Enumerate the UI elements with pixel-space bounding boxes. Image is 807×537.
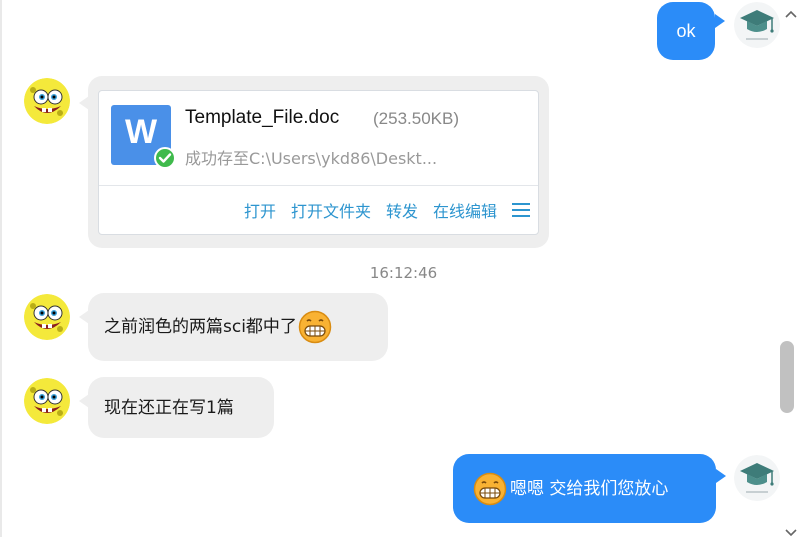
message-text: 嗯嗯 交给我们您放心 bbox=[510, 478, 669, 499]
message-text: 现在还正在写1篇 bbox=[104, 397, 234, 418]
file-message-bubble[interactable]: W Template_File.doc (253.50KB) 成功存至C:\Us… bbox=[88, 76, 549, 248]
contact-avatar[interactable] bbox=[24, 378, 70, 424]
file-actions: 打开 打开文件夹 转发 在线编辑 bbox=[244, 198, 530, 222]
self-avatar[interactable] bbox=[734, 2, 780, 48]
scroll-up-icon[interactable] bbox=[785, 4, 797, 18]
scrollbar-thumb[interactable] bbox=[780, 341, 794, 413]
contact-avatar[interactable] bbox=[24, 294, 70, 340]
message-bubble-incoming[interactable]: 现在还正在写1篇 bbox=[88, 377, 274, 438]
graduation-cap-avatar-icon bbox=[734, 2, 780, 48]
success-check-icon bbox=[154, 147, 176, 169]
message-bubble-incoming[interactable]: 之前润色的两篇sci都中了 bbox=[88, 293, 388, 361]
graduation-cap-avatar-icon bbox=[734, 455, 780, 501]
grin-emoji-icon bbox=[298, 310, 332, 344]
bubble-tail bbox=[715, 14, 725, 28]
open-file-button[interactable]: 打开 bbox=[244, 198, 276, 222]
spongebob-avatar-icon bbox=[24, 294, 70, 340]
file-size: (253.50KB) bbox=[373, 109, 459, 128]
file-save-status: 成功存至C:\Users\ykd86\Deskt... bbox=[185, 149, 438, 168]
self-avatar[interactable] bbox=[734, 455, 780, 501]
file-name: Template_File.doc bbox=[185, 107, 340, 128]
bubble-tail bbox=[716, 469, 726, 483]
spongebob-avatar-icon bbox=[24, 378, 70, 424]
message-text: 之前润色的两篇sci都中了 bbox=[104, 317, 297, 337]
message-text: ok bbox=[676, 21, 696, 41]
message-timestamp: 16:12:46 bbox=[369, 264, 438, 282]
hamburger-menu-icon[interactable] bbox=[512, 203, 530, 217]
message-bubble-outgoing[interactable]: ok bbox=[657, 2, 715, 60]
divider bbox=[99, 185, 538, 186]
scroll-down-icon[interactable] bbox=[785, 523, 797, 537]
file-card[interactable]: W Template_File.doc (253.50KB) 成功存至C:\Us… bbox=[98, 90, 539, 235]
chat-window: ok W Template_File.doc (253.50KB) 成功存至C:… bbox=[0, 0, 807, 537]
grin-emoji-icon bbox=[473, 472, 507, 506]
message-bubble-outgoing[interactable]: 嗯嗯 交给我们您放心 bbox=[453, 454, 716, 523]
open-folder-button[interactable]: 打开文件夹 bbox=[291, 198, 371, 222]
spongebob-avatar-icon bbox=[24, 78, 70, 124]
forward-button[interactable]: 转发 bbox=[386, 198, 418, 222]
file-icon-letter: W bbox=[124, 113, 158, 151]
online-edit-button[interactable]: 在线编辑 bbox=[433, 198, 497, 222]
contact-avatar[interactable] bbox=[24, 78, 70, 124]
